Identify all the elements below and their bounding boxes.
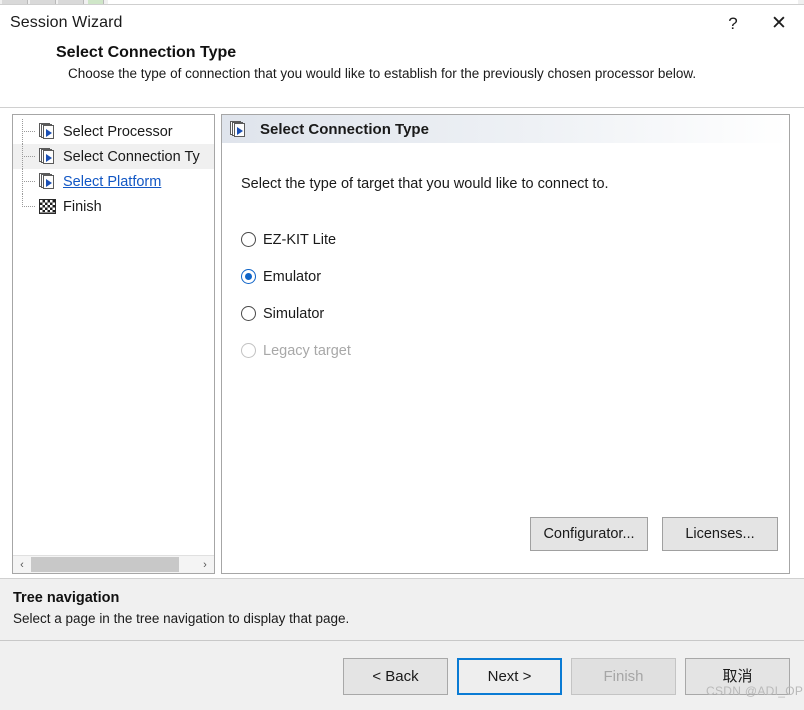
radio-option-emulator[interactable]: Emulator	[241, 258, 351, 295]
radio-option-label: Simulator	[263, 305, 325, 322]
next-button[interactable]: Next >	[457, 658, 562, 695]
content-panel-body: Select the type of target that you would…	[222, 143, 789, 573]
tree-item-label: Select Connection Ty	[63, 148, 200, 165]
radio-option-label: EZ-KIT Lite	[263, 231, 337, 248]
checkered-flag-icon	[39, 199, 56, 214]
content-panel: Select Connection Type Select the type o…	[221, 114, 790, 574]
page-arrow-icon	[39, 123, 56, 140]
question-mark-icon: ?	[728, 14, 738, 33]
background-window-body	[108, 0, 798, 4]
radio-option-simulator[interactable]: Simulator	[241, 295, 351, 332]
info-bar: Tree navigation Select a page in the tre…	[0, 578, 804, 640]
radio-option-legacy-target: Legacy target	[241, 332, 351, 369]
page-subtitle: Choose the type of connection that you w…	[68, 66, 697, 81]
finish-button: Finish	[571, 658, 676, 695]
connection-type-radio-group: EZ-KIT Lite Emulator Simulator Legacy ta…	[241, 221, 351, 369]
radio-button-selected-icon[interactable]	[241, 269, 256, 284]
scrollbar-thumb[interactable]	[31, 557, 179, 572]
tree-item-finish[interactable]: Finish	[13, 194, 214, 219]
content-panel-header: Select Connection Type	[222, 115, 789, 143]
background-toolbar-segment	[30, 0, 56, 4]
close-button[interactable]: ✕	[756, 5, 802, 42]
tree-item-select-platform[interactable]: Select Platform	[13, 169, 214, 194]
tree-connector-line	[22, 119, 38, 144]
back-button[interactable]: < Back	[343, 658, 448, 695]
tree-item-label: Finish	[63, 198, 102, 215]
radio-option-label: Emulator	[263, 268, 322, 285]
content-panel-actions: Configurator... Licenses...	[530, 517, 778, 551]
tree-navigation-list: Select Processor Select Connection Ty Se…	[13, 119, 214, 219]
page-title: Select Connection Type	[56, 44, 237, 61]
tree-item-select-processor[interactable]: Select Processor	[13, 119, 214, 144]
close-icon: ✕	[771, 13, 787, 34]
radio-button-icon[interactable]	[241, 306, 256, 321]
tree-connector-line	[22, 194, 38, 219]
licenses-button[interactable]: Licenses...	[662, 517, 778, 551]
radio-option-label: Legacy target	[263, 342, 351, 359]
page-header: Select Connection Type Choose the type o…	[0, 42, 804, 108]
info-bar-description: Select a page in the tree navigation to …	[13, 611, 350, 626]
cancel-button[interactable]: 取消	[685, 658, 790, 695]
page-arrow-icon	[39, 173, 56, 190]
scroll-right-arrow-icon[interactable]: ›	[196, 556, 214, 573]
tree-connector-line	[22, 169, 38, 194]
tree-item-select-connection-type[interactable]: Select Connection Ty	[13, 144, 214, 169]
tree-item-label: Select Processor	[63, 123, 173, 140]
dialog-title-bar: Session Wizard ? ✕	[0, 5, 804, 42]
help-button[interactable]: ?	[710, 5, 756, 42]
content-description: Select the type of target that you would…	[241, 176, 609, 192]
page-arrow-icon	[39, 148, 56, 165]
background-toolbar-segment	[2, 0, 28, 4]
scroll-left-arrow-icon[interactable]: ‹	[13, 556, 31, 573]
background-toolbar-segment	[58, 0, 84, 4]
scrollbar-track[interactable]	[31, 556, 196, 573]
background-toolbar-segment	[88, 0, 104, 4]
dialog-body: Select Processor Select Connection Ty Se…	[0, 109, 804, 578]
content-panel-title: Select Connection Type	[260, 120, 429, 138]
dialog-title: Session Wizard	[10, 14, 123, 31]
tree-item-label[interactable]: Select Platform	[63, 174, 161, 190]
tree-connector-line	[22, 144, 38, 169]
info-bar-title: Tree navigation	[13, 590, 120, 606]
wizard-navigation-buttons: < Back Next > Finish 取消	[343, 658, 790, 695]
radio-button-icon[interactable]	[241, 232, 256, 247]
radio-button-disabled-icon	[241, 343, 256, 358]
page-arrow-icon	[230, 120, 247, 138]
radio-option-ez-kit-lite[interactable]: EZ-KIT Lite	[241, 221, 351, 258]
tree-navigation-panel: Select Processor Select Connection Ty Se…	[12, 114, 215, 574]
dialog-footer: < Back Next > Finish 取消	[0, 640, 804, 710]
tree-horizontal-scrollbar[interactable]: ‹ ›	[13, 555, 214, 573]
configurator-button[interactable]: Configurator...	[530, 517, 648, 551]
